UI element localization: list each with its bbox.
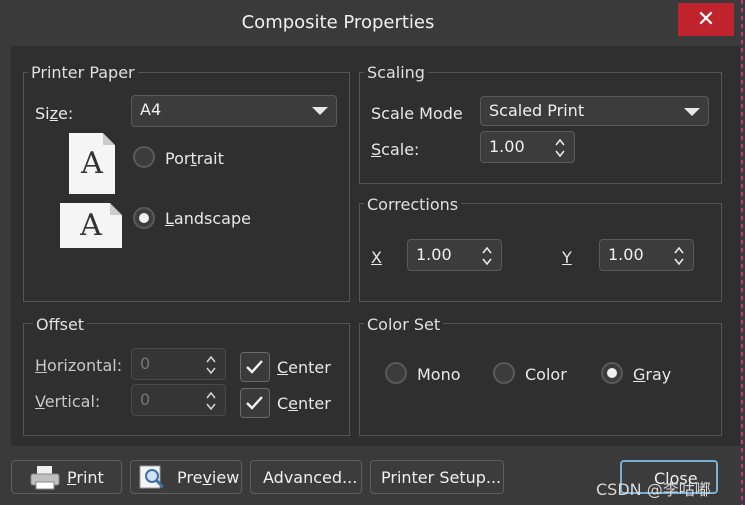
vertical-spinbox[interactable]: 0 (131, 384, 226, 416)
offset-title: Offset (33, 315, 88, 334)
corrections-title: Corrections (364, 195, 462, 214)
color-radio[interactable] (493, 362, 515, 384)
x-spinbox[interactable]: 1.00 (407, 239, 502, 271)
title-bar: Composite Properties ✕ (0, 0, 745, 46)
print-button-label: Print (67, 468, 104, 487)
center-horizontal-checkbox[interactable] (240, 352, 270, 382)
landscape-label[interactable]: Landscape (165, 209, 251, 228)
advanced-button[interactable]: Advanced... (250, 460, 362, 494)
preview-button-label: Preview (177, 468, 240, 487)
chevron-down-icon[interactable] (674, 257, 684, 267)
print-button[interactable]: Print (11, 460, 122, 494)
window-title: Composite Properties (241, 12, 435, 33)
landscape-paper-glyph: A (80, 208, 102, 243)
watermark-text: CSDN @李咕嘟 (596, 480, 711, 499)
x-value: 1.00 (416, 245, 452, 264)
chevron-up-icon[interactable] (482, 245, 492, 255)
color-label[interactable]: Color (525, 365, 567, 384)
gray-radio[interactable] (601, 362, 623, 384)
y-value: 1.00 (608, 245, 644, 264)
chevron-down-icon[interactable] (206, 402, 216, 412)
printer-setup-button[interactable]: Printer Setup... (370, 460, 504, 494)
paper-size-select[interactable]: A4 (131, 95, 337, 127)
portrait-paper-glyph: A (81, 146, 103, 181)
printer-icon (30, 466, 60, 490)
portrait-paper-icon: A (69, 133, 115, 194)
printer-setup-button-label: Printer Setup... (381, 468, 502, 487)
printer-paper-title: Printer Paper (28, 63, 138, 82)
chevron-up-icon[interactable] (206, 390, 216, 400)
scale-label: Scale: (371, 140, 420, 159)
vertical-label: Vertical: (35, 392, 101, 411)
chevron-down-icon[interactable] (482, 257, 492, 267)
checkmark-icon (246, 360, 263, 374)
horizontal-value: 0 (140, 354, 151, 373)
vertical-value: 0 (140, 390, 151, 409)
chevron-down-icon[interactable] (555, 149, 565, 159)
scaling-group (359, 72, 722, 184)
mono-label[interactable]: Mono (417, 365, 461, 384)
mono-radio[interactable] (385, 362, 407, 384)
chevron-down-icon (312, 107, 328, 115)
center-vertical-label[interactable]: Center (277, 394, 331, 413)
landscape-radio[interactable] (133, 207, 155, 229)
scale-value: 1.00 (489, 137, 525, 156)
y-label: Y (562, 248, 572, 267)
chevron-down-icon (684, 108, 700, 116)
horizontal-label: Horizontal: (35, 356, 123, 375)
horizontal-spinbox[interactable]: 0 (131, 348, 226, 380)
scale-spinbox[interactable]: 1.00 (480, 131, 575, 163)
portrait-label[interactable]: Portrait (165, 149, 224, 168)
chevron-up-icon[interactable] (674, 245, 684, 255)
center-vertical-checkbox[interactable] (240, 388, 270, 418)
magnifier-icon (139, 465, 165, 489)
scale-mode-label: Scale Mode (371, 104, 463, 123)
y-spinbox[interactable]: 1.00 (599, 239, 694, 271)
chevron-up-icon[interactable] (206, 354, 216, 364)
window-edge-marker (741, 0, 743, 505)
color-set-title: Color Set (364, 315, 444, 334)
center-horizontal-label[interactable]: Center (277, 358, 331, 377)
size-label: Size: (35, 104, 74, 123)
scale-mode-select[interactable]: Scaled Print (480, 96, 709, 126)
x-label: X (371, 248, 382, 267)
advanced-button-label: Advanced... (263, 468, 358, 487)
checkmark-icon (246, 396, 263, 410)
scale-mode-value: Scaled Print (489, 101, 585, 120)
chevron-down-icon[interactable] (206, 366, 216, 376)
scaling-title: Scaling (364, 63, 428, 82)
window-close-button[interactable]: ✕ (678, 3, 734, 36)
landscape-paper-icon: A (60, 203, 122, 248)
chevron-up-icon[interactable] (555, 137, 565, 147)
paper-size-value: A4 (140, 100, 162, 119)
portrait-radio[interactable] (133, 146, 155, 168)
gray-label[interactable]: Gray (633, 365, 671, 384)
preview-button[interactable]: Preview (130, 460, 242, 494)
